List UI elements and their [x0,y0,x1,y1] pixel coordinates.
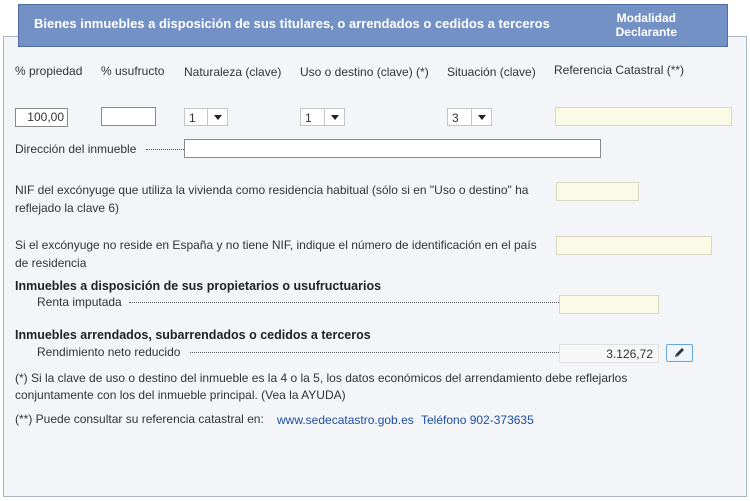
uso-select[interactable]: 1 [300,108,345,126]
note1-line2: conjuntamente con los del inmueble princ… [15,388,346,402]
col-referencia: Referencia Catastral (**) [554,63,685,77]
col-situacion: Situación (clave) [447,65,536,79]
nif-label-line2: reflejado la clave 6) [15,201,120,215]
naturaleza-select[interactable]: 1 [184,108,228,126]
nif-exconyuge-input[interactable] [556,182,639,201]
extranjero-label-line1: Si el excónyuge no reside en España y no… [15,238,537,252]
direccion-label: Dirección del inmueble [15,142,137,156]
dotted-leader [129,302,559,303]
nif-label-line1: NIF del excónyuge que utiliza la viviend… [15,183,529,197]
propiedad-input[interactable]: 100,00 [15,108,68,127]
pencil-icon [675,348,684,357]
uso-value: 1 [305,111,312,125]
id-extranjero-input[interactable] [556,236,712,255]
referencia-input[interactable] [555,107,732,126]
section-title: Bienes inmuebles a disposición de sus ti… [34,16,550,31]
col-usufructo: % usufructo [101,64,165,78]
catastro-link[interactable]: www.sedecatastro.gob.es [277,413,414,427]
chevron-down-icon[interactable] [471,109,491,125]
section-header: Bienes inmuebles a disposición de sus ti… [18,4,728,47]
telefono-text: Teléfono 902-373635 [421,413,534,427]
note1-line1: (*) Si la clave de uso o destino del inm… [15,371,628,385]
note2-prefix: (**) Puede consultar su referencia catas… [15,412,264,426]
col-naturaleza: Naturaleza (clave) [184,65,282,79]
dotted-leader [190,352,559,353]
direccion-input[interactable] [184,139,601,158]
renta-imputada-label: Renta imputada [37,295,122,309]
modalidad-label: Modalidad Declarante [615,11,677,39]
col-uso: Uso o destino (clave) (*) [300,65,429,79]
extranjero-label-line2: de residencia [15,256,87,270]
usufructo-input[interactable] [101,107,156,126]
edit-button[interactable] [666,344,693,362]
renta-imputada-input[interactable] [559,295,659,314]
chevron-down-icon[interactable] [207,109,227,125]
situacion-select[interactable]: 3 [447,108,492,126]
situacion-value: 3 [452,111,459,125]
col-propiedad: % propiedad [15,64,83,78]
form-frame [3,36,747,497]
dotted-leader [146,149,184,150]
rendimiento-value: 3.126,72 [559,344,659,363]
chevron-down-icon[interactable] [324,109,344,125]
section2-title: Inmuebles arrendados, subarrendados o ce… [15,328,371,342]
section1-title: Inmuebles a disposición de sus propietar… [15,279,382,293]
naturaleza-value: 1 [189,111,196,125]
rendimiento-label: Rendimiento neto reducido [37,345,181,359]
